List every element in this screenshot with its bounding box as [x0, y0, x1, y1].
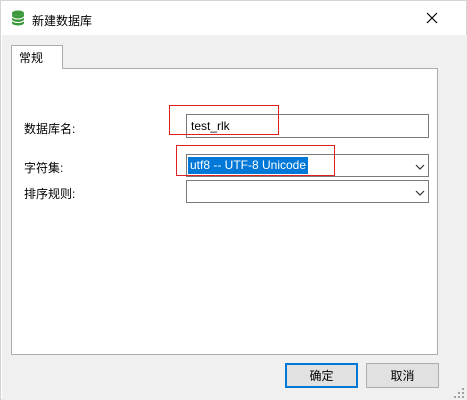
title-bar[interactable]: 新建数据库: [1, 1, 466, 35]
resize-grip-icon[interactable]: [454, 387, 464, 398]
tab-general-label: 常规: [19, 51, 44, 65]
new-database-dialog: 新建数据库 常规 数据库名: test_rlk 字符集: utf8 -- UTF…: [0, 0, 467, 400]
dialog-body: 常规 数据库名: test_rlk 字符集: utf8 -- UTF-8 Uni…: [2, 35, 467, 400]
cancel-button[interactable]: 取消: [366, 363, 439, 388]
database-name-value: test_rlk: [191, 119, 230, 133]
database-icon: [11, 10, 25, 26]
chevron-down-icon: [415, 187, 425, 197]
collation-select[interactable]: [186, 180, 429, 203]
charset-label: 字符集:: [24, 161, 64, 175]
chevron-down-icon: [415, 161, 425, 171]
general-panel: 数据库名: test_rlk 字符集: utf8 -- UTF-8 Unicod…: [11, 68, 438, 355]
close-icon: [426, 12, 438, 24]
charset-select[interactable]: utf8 -- UTF-8 Unicode: [186, 154, 429, 177]
database-name-label: 数据库名:: [24, 122, 76, 136]
ok-button[interactable]: 确定: [285, 363, 358, 388]
dialog-title: 新建数据库: [32, 14, 93, 28]
ok-button-label: 确定: [309, 369, 334, 383]
cancel-button-label: 取消: [390, 369, 415, 383]
tab-general[interactable]: 常规: [11, 45, 63, 69]
close-button[interactable]: [419, 5, 445, 31]
charset-selected-value: utf8 -- UTF-8 Unicode: [188, 157, 309, 174]
database-name-input[interactable]: test_rlk: [186, 114, 429, 138]
collation-label: 排序规则:: [24, 187, 76, 201]
